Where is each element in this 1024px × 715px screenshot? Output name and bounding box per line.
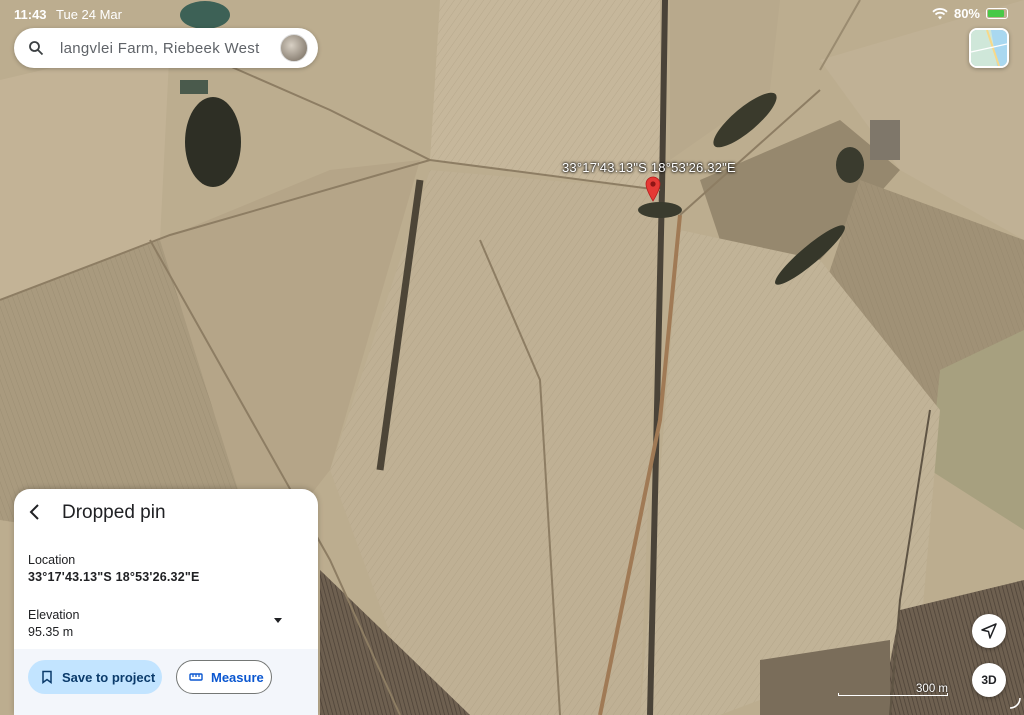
- map-scale-bar: 300 m: [838, 680, 952, 698]
- search-icon[interactable]: [28, 40, 44, 56]
- panel-title: Dropped pin: [62, 502, 166, 523]
- scale-label: 300 m: [916, 683, 948, 695]
- ruler-icon: [189, 673, 203, 681]
- status-right: 80%: [932, 6, 1008, 21]
- corner-resize-indicator: [1009, 697, 1021, 709]
- dropped-pin-panel: Dropped pin Location 33°17'43.13"S 18°53…: [14, 489, 318, 715]
- battery-percent: 80%: [953, 6, 980, 21]
- 3d-toggle-button[interactable]: 3D: [972, 663, 1006, 697]
- wifi-icon: [932, 7, 948, 19]
- panel-header: Dropped pin: [14, 489, 318, 537]
- bookmark-icon: [42, 670, 52, 684]
- elevation-value: 95.35 m: [28, 625, 74, 639]
- save-to-project-button[interactable]: Save to project: [28, 660, 162, 694]
- avatar[interactable]: [280, 34, 308, 62]
- back-arrow-icon[interactable]: [24, 501, 46, 523]
- status-date: Tue 24 Mar: [56, 7, 122, 22]
- status-bar: 11:43 Tue 24 Mar 80%: [0, 0, 1024, 28]
- location-label: Location: [28, 553, 76, 567]
- map-layers-button[interactable]: [969, 28, 1009, 68]
- caret-down-icon[interactable]: [272, 617, 284, 625]
- my-location-button[interactable]: [972, 614, 1006, 648]
- battery-icon: [986, 8, 1008, 19]
- pin-coordinate-label: 33°17'43.13"S 18°53'26.32"E: [562, 160, 736, 175]
- panel-actions: Save to project Measure: [14, 649, 318, 715]
- search-input[interactable]: [58, 38, 280, 58]
- measure-button-label: Measure: [211, 669, 264, 685]
- dropped-pin-marker[interactable]: [645, 176, 661, 202]
- measure-button[interactable]: Measure: [176, 660, 272, 694]
- save-button-label: Save to project: [62, 669, 156, 685]
- location-value: 33°17'43.13"S 18°53'26.32"E: [28, 570, 200, 584]
- navigation-arrow-icon: [981, 623, 997, 639]
- elevation-label: Elevation: [28, 608, 80, 622]
- map-layers-icon: [971, 30, 1007, 66]
- status-time: 11:43: [14, 7, 47, 22]
- search-bar[interactable]: [14, 28, 318, 68]
